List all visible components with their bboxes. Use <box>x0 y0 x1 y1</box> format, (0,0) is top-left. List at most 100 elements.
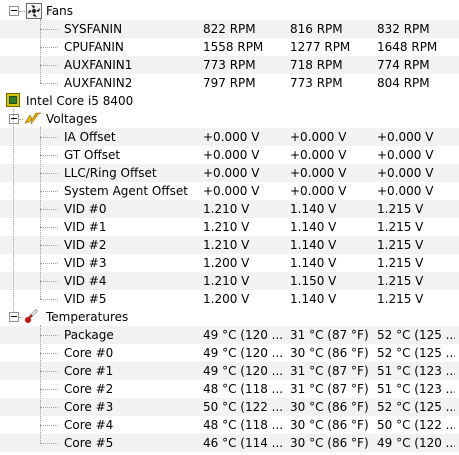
min-value: 30 °C (86 °F) <box>290 436 369 450</box>
sensor-name: Core #0 <box>64 346 114 360</box>
min-value: 31 °C (87 °F) <box>290 364 369 378</box>
max-value: 1.215 V <box>377 256 424 270</box>
collapse-toggle[interactable] <box>9 6 19 16</box>
collapse-toggle[interactable] <box>9 114 19 124</box>
tree-line <box>40 29 58 30</box>
sensor-name: CPUFANIN <box>64 40 124 54</box>
sensor-name: AUXFANIN1 <box>64 58 133 72</box>
sensor-row[interactable]: VID #3 1.200 V 1.140 V 1.215 V <box>0 254 459 272</box>
sensor-row[interactable]: Package 49 °C (120 ... 31 °C (87 °F) 52 °C … <box>0 326 459 344</box>
current-value: 1.200 V <box>203 292 250 306</box>
group-fans[interactable]: Fans <box>0 2 459 20</box>
tree-line <box>19 317 23 318</box>
min-value: 1.140 V <box>290 238 337 252</box>
group-label: Temperatures <box>46 310 129 324</box>
tree-line <box>40 389 58 390</box>
sensor-name: GT Offset <box>64 148 121 162</box>
current-value: 822 RPM <box>203 22 256 36</box>
sensor-name: VID #1 <box>64 220 107 234</box>
sensor-name: VID #0 <box>64 202 107 216</box>
current-value: 1.210 V <box>203 274 250 288</box>
min-value: +0.000 V <box>290 130 347 144</box>
tree-line <box>19 119 23 120</box>
sensor-row[interactable]: Core #3 50 °C (122 ... 30 °C (86 °F) 52 °C … <box>0 398 459 416</box>
max-value: +0.000 V <box>377 148 434 162</box>
tree-line <box>19 11 25 12</box>
tree-line <box>40 191 58 192</box>
sensor-row[interactable]: System Agent Offset +0.000 V +0.000 V +0.00… <box>0 182 459 200</box>
max-value: +0.000 V <box>377 166 434 180</box>
tree-line <box>40 407 58 408</box>
sensor-name: Core #1 <box>64 364 114 378</box>
tree-line <box>40 353 58 354</box>
group-voltages[interactable]: Voltages <box>0 110 459 128</box>
current-value: 49 °C (120 ... <box>203 364 284 378</box>
max-value: 52 °C (125 ... <box>377 346 455 360</box>
min-value: 30 °C (86 °F) <box>290 418 369 432</box>
max-value: +0.000 V <box>377 184 434 198</box>
min-value: 31 °C (87 °F) <box>290 382 369 396</box>
current-value: 50 °C (122 ... <box>203 400 284 414</box>
max-value: 1.215 V <box>377 292 424 306</box>
sensor-row[interactable]: Core #2 48 °C (118 ... 31 °C (87 °F) 51 °C … <box>0 380 459 398</box>
current-value: 48 °C (118 ... <box>203 418 284 432</box>
device-cpu[interactable]: Intel Core i5 8400 <box>0 92 459 110</box>
tree-line <box>40 443 58 444</box>
sensor-name: System Agent Offset <box>64 184 188 198</box>
current-value: +0.000 V <box>203 148 260 162</box>
min-value: 30 °C (86 °F) <box>290 346 369 360</box>
current-value: 46 °C (114 ... <box>203 436 284 450</box>
max-value: 51 °C (123 ... <box>377 364 455 378</box>
sensor-name: SYSFANIN <box>64 22 123 36</box>
sensor-row[interactable]: Core #1 49 °C (120 ... 31 °C (87 °F) 51 °C … <box>0 362 459 380</box>
current-value: 1558 RPM <box>203 40 264 54</box>
sensor-row[interactable]: VID #2 1.210 V 1.140 V 1.215 V <box>0 236 459 254</box>
max-value: 52 °C (125 ... <box>377 328 455 342</box>
group-temperatures[interactable]: Temperatures <box>0 308 459 326</box>
min-value: 1.140 V <box>290 202 337 216</box>
sensor-name: Core #5 <box>64 436 114 450</box>
tree-line <box>40 47 58 48</box>
tree-line <box>13 109 14 312</box>
max-value: 1.215 V <box>377 202 424 216</box>
tree-line <box>40 335 58 336</box>
sensor-row[interactable]: AUXFANIN1 773 RPM 718 RPM 774 RPM <box>0 56 459 74</box>
tree-line <box>40 263 58 264</box>
sensor-row[interactable]: AUXFANIN2 797 RPM 773 RPM 804 RPM <box>0 74 459 92</box>
min-value: 31 °C (87 °F) <box>290 328 369 342</box>
sensor-row[interactable]: CPUFANIN 1558 RPM 1277 RPM 1648 RPM <box>0 38 459 56</box>
max-value: 804 RPM <box>377 76 430 90</box>
current-value: 49 °C (120 ... <box>203 346 284 360</box>
sensor-row[interactable]: SYSFANIN 822 RPM 816 RPM 832 RPM <box>0 20 459 38</box>
sensor-row[interactable]: IA Offset +0.000 V +0.000 V +0.000 V <box>0 128 459 146</box>
sensor-row[interactable]: Core #4 48 °C (118 ... 30 °C (86 °F) 50 °C … <box>0 416 459 434</box>
collapse-toggle[interactable] <box>9 312 19 322</box>
min-value: 718 RPM <box>290 58 343 72</box>
sensor-row[interactable]: GT Offset +0.000 V +0.000 V +0.000 V <box>0 146 459 164</box>
sensor-name: AUXFANIN2 <box>64 76 133 90</box>
sensor-row[interactable]: VID #5 1.200 V 1.140 V 1.215 V <box>0 290 459 308</box>
min-value: 1.150 V <box>290 274 337 288</box>
min-value: 816 RPM <box>290 22 343 36</box>
sensor-row[interactable]: LLC/Ring Offset +0.000 V +0.000 V +0.000 V <box>0 164 459 182</box>
tree-line <box>40 425 58 426</box>
group-label: Fans <box>46 4 74 18</box>
tree-line <box>40 299 58 300</box>
tree-line <box>40 245 58 246</box>
sensor-row[interactable]: Core #0 49 °C (120 ... 30 °C (86 °F) 52 °C … <box>0 344 459 362</box>
sensor-row[interactable]: VID #1 1.210 V 1.140 V 1.215 V <box>0 218 459 236</box>
tree-line <box>40 155 58 156</box>
sensor-name: VID #5 <box>64 292 107 306</box>
sensor-name: VID #3 <box>64 256 107 270</box>
sensor-row[interactable]: VID #0 1.210 V 1.140 V 1.215 V <box>0 200 459 218</box>
max-value: 774 RPM <box>377 58 430 72</box>
max-value: 1.215 V <box>377 220 424 234</box>
current-value: 773 RPM <box>203 58 256 72</box>
tree-line <box>40 281 58 282</box>
max-value: 1.215 V <box>377 274 424 288</box>
sensor-row[interactable]: VID #4 1.210 V 1.150 V 1.215 V <box>0 272 459 290</box>
sensor-name: LLC/Ring Offset <box>64 166 157 180</box>
min-value: 1.140 V <box>290 220 337 234</box>
max-value: 51 °C (123 ... <box>377 382 455 396</box>
sensor-row[interactable]: Core #5 46 °C (114 ... 30 °C (86 °F) 49 °C … <box>0 434 459 452</box>
